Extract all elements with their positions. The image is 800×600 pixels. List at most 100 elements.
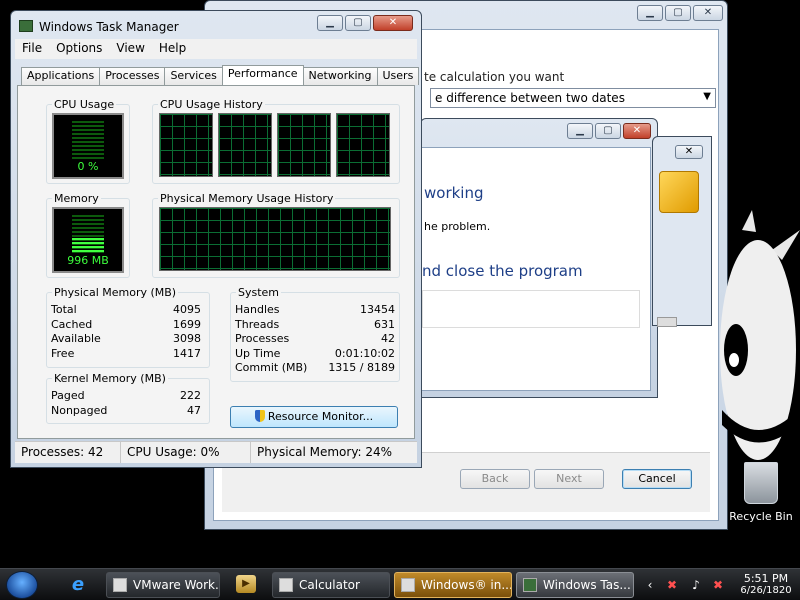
stat-key: Threads	[235, 317, 280, 331]
cancel-button[interactable]: Cancel	[622, 469, 692, 489]
tab-performance[interactable]: Performance	[221, 65, 304, 85]
system-label: System	[236, 286, 282, 299]
stat-key: Total	[51, 303, 77, 316]
memory-history-label: Physical Memory Usage History	[158, 192, 336, 205]
taskbar-button-label: Windows® in...	[421, 578, 512, 592]
stat-value: 0:01:10:02	[334, 346, 395, 360]
taskbar-button-windows-info[interactable]: Windows® in...	[394, 572, 512, 598]
gears-icon	[659, 171, 699, 213]
taskbar-button-label: Windows Tas...	[543, 578, 631, 592]
memory-label: Memory	[52, 192, 101, 205]
status-physical-memory: Physical Memory: 24%	[257, 445, 393, 459]
calc-minimize-button[interactable]: ▁	[637, 5, 663, 21]
stat-value: 13454	[360, 303, 395, 316]
clock-time[interactable]: 5:51 PM	[740, 572, 792, 585]
cpu-usage-meter: 0 %	[52, 113, 124, 179]
taskbar-button-label: Calculator	[299, 578, 360, 592]
menu-options[interactable]: Options	[49, 39, 109, 59]
maximize-button[interactable]: ▢	[345, 15, 371, 31]
tab-services[interactable]: Services	[164, 67, 223, 85]
resource-monitor-button[interactable]: Resource Monitor...	[230, 406, 398, 428]
memory-meter-fill	[72, 238, 104, 253]
volume-muted-icon[interactable]: ♪	[688, 577, 704, 593]
clock-date[interactable]: 6/26/1820	[736, 585, 796, 596]
cpu-usage-group: CPU Usage 0 %	[46, 98, 130, 184]
calc-maximize-button[interactable]: ▢	[665, 5, 691, 21]
recycle-bin-label: Recycle Bin	[729, 510, 793, 523]
calculation-type-dropdown[interactable]: e difference between two dates ▼	[430, 88, 716, 108]
background-window: ✕	[652, 136, 712, 327]
tab-networking[interactable]: Networking	[302, 67, 378, 85]
calculation-type-value: e difference between two dates	[435, 91, 625, 105]
back-button[interactable]: Back	[460, 469, 530, 489]
recycle-bin-icon	[744, 462, 778, 504]
taskbar-button-label: VMware Work...	[133, 578, 220, 592]
vmware-icon	[113, 578, 127, 592]
tm-window-controls: ▁ ▢ ✕	[317, 15, 413, 31]
cpu-meter-bars	[72, 121, 104, 159]
tab-processes[interactable]: Processes	[99, 67, 166, 85]
security-alert-icon[interactable]: ✖	[710, 577, 726, 593]
stat-value: 222	[180, 389, 201, 402]
cpu-usage-value: 0 %	[77, 160, 99, 173]
windows-app-icon	[401, 578, 415, 592]
cpu-history-graph-2	[218, 113, 272, 177]
wallpaper-creature	[720, 210, 800, 460]
stat-row: Available 3098	[51, 332, 201, 347]
media-player-icon[interactable]: ▶	[236, 575, 256, 593]
stat-value: 1699	[173, 317, 201, 331]
taskbar-button-calculator[interactable]: Calculator	[272, 572, 390, 598]
cpu-history-group: CPU Usage History	[152, 98, 400, 184]
status-processes: Processes: 42	[15, 442, 121, 463]
calc-close-button[interactable]: ✕	[693, 5, 723, 21]
close-program-option[interactable]: nd close the program	[422, 262, 583, 280]
network-error-icon[interactable]: ✖	[664, 577, 680, 593]
tab-applications[interactable]: Applications	[21, 67, 101, 85]
menu-view[interactable]: View	[109, 39, 151, 59]
menu-bar: File Options View Help	[15, 39, 417, 59]
start-button[interactable]	[6, 571, 38, 599]
menu-file[interactable]: File	[15, 39, 49, 59]
chevron-left-icon[interactable]: ‹	[642, 577, 658, 593]
internet-explorer-icon[interactable]: e	[68, 575, 88, 595]
close-button[interactable]: ✕	[373, 15, 413, 31]
stat-key: Processes	[235, 332, 290, 345]
stat-key: Commit (MB)	[235, 361, 308, 374]
cpu-usage-label: CPU Usage	[52, 98, 117, 111]
cpu-history-graph-4	[336, 113, 390, 177]
stat-key: Available	[51, 332, 101, 345]
tab-strip: Applications Processes Services Performa…	[21, 65, 420, 85]
window-title: Windows Task Manager	[39, 20, 179, 34]
nr-content-area: working he problem. nd close the program	[421, 147, 651, 391]
taskbar-button-task-manager[interactable]: Windows Tas...	[516, 572, 634, 598]
cpu-history-label: CPU Usage History	[158, 98, 265, 111]
performance-panel: CPU Usage 0 % CPU Usage History Memory 9…	[17, 85, 415, 439]
physical-memory-table: Total 4095 Cached 1699 Available 3098 Free 1…	[51, 303, 201, 361]
calculator-icon	[279, 578, 293, 592]
kernel-memory-label: Kernel Memory (MB)	[52, 372, 168, 385]
cpu-history-graph-3	[277, 113, 331, 177]
bg-close-button[interactable]: ✕	[675, 145, 703, 159]
recycle-bin-shortcut[interactable]: Recycle Bin	[726, 462, 796, 523]
task-manager-icon	[19, 20, 33, 32]
stat-key: Nonpaged	[51, 403, 108, 417]
tab-users[interactable]: Users	[376, 67, 420, 85]
stat-value: 631	[374, 317, 395, 331]
memory-value: 996 MB	[67, 254, 109, 267]
nr-minimize-button[interactable]: ▁	[567, 123, 593, 139]
kernel-memory-table: Paged 222 Nonpaged 47	[51, 389, 201, 418]
minimize-button[interactable]: ▁	[317, 15, 343, 31]
nr-maximize-button[interactable]: ▢	[595, 123, 621, 139]
taskbar-button-vmware[interactable]: VMware Work...	[106, 572, 220, 598]
bg-slider[interactable]	[657, 317, 677, 327]
stat-value: 1417	[173, 346, 201, 360]
stat-value: 42	[381, 332, 395, 345]
menu-help[interactable]: Help	[152, 39, 193, 59]
nr-option-box	[422, 290, 640, 328]
stat-key: Up Time	[235, 346, 281, 360]
nr-subtitle: he problem.	[424, 220, 491, 233]
stat-row: Up Time 0:01:10:02	[235, 347, 395, 362]
nr-title: working	[424, 184, 484, 202]
next-button[interactable]: Next	[534, 469, 604, 489]
nr-close-button[interactable]: ✕	[623, 123, 651, 139]
